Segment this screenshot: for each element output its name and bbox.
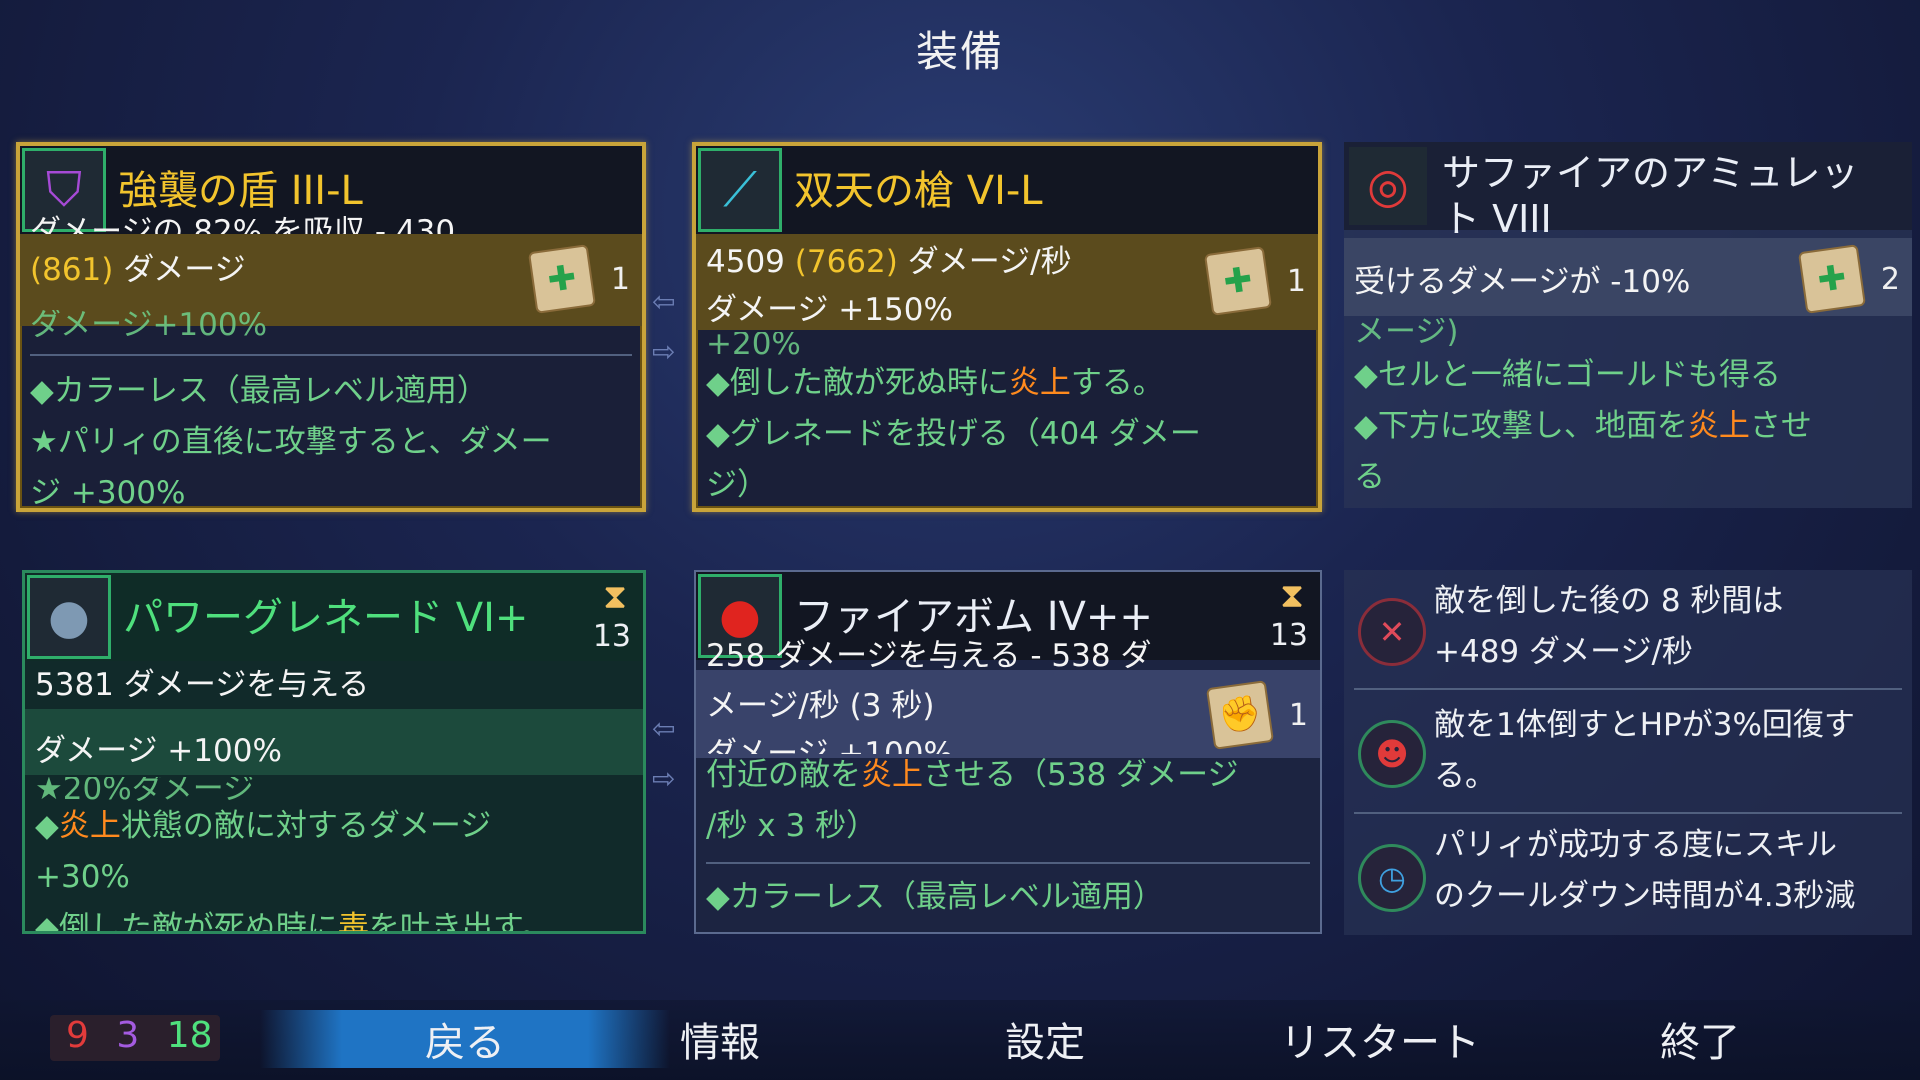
item-desc: ★パリィの直後に攻撃すると、ダメー [30, 424, 552, 460]
spear-icon: ⟋ [698, 148, 782, 232]
amulet-icon: ◎ [1346, 144, 1430, 228]
divider [1354, 688, 1902, 690]
clock-icon: ◷ [1358, 844, 1426, 912]
effect-text: る。 [1434, 758, 1496, 794]
effect-text: パリィが成功する度にスキル [1434, 827, 1837, 863]
item-stats: ダメージ +100% [25, 709, 643, 775]
item-stat: 5381 ダメージを与える [35, 667, 370, 703]
scroll-count: 1 [1286, 264, 1306, 299]
item-desc: ◆カラーレス（最高レベル適用） [30, 373, 488, 409]
card-header: ◎ サファイアのアミュレッ ト VIII [1344, 142, 1912, 241]
scroll-icon: ✚ [1203, 246, 1273, 316]
card-header: ● パワーグレネード VI+ ⧗ 13 [25, 573, 643, 661]
item-stat: 受けるダメージが -10% [1354, 264, 1691, 300]
scroll-count: 1 [610, 262, 630, 297]
effect-item[interactable]: ◷ パリィが成功する度にスキル のクールダウン時間が4.3秒減 [1344, 816, 1912, 934]
scroll-count: 2 [1880, 262, 1900, 297]
quit-button[interactable]: 終了 [1620, 1010, 1780, 1068]
effect-text: +489 ダメージ/秒 [1434, 634, 1693, 670]
item-desc-cut: +20% [706, 332, 801, 356]
item-desc: る [1354, 459, 1385, 495]
item-stat: ダメージ +150% [706, 292, 953, 328]
item-desc: +30% [35, 859, 130, 895]
item-stat: 4509 (7662) ダメージ/秒 [706, 244, 1072, 280]
effect-text: 敵を倒した後の 8 秒間は [1434, 583, 1784, 619]
tactics-count: 3 [116, 1015, 140, 1056]
item-card-amulet[interactable]: ◎ サファイアのアミュレッ ト VIII 受けるダメージが -10% ✚ 2 メ… [1344, 142, 1912, 508]
item-card-shield[interactable]: ⛉ 強襲の盾 III-L ダメージの 82% を吸収 - 430 (861) ダ… [16, 142, 646, 512]
crossbow-icon: ✕ [1358, 598, 1426, 666]
hourglass-icon: ⧗ [1280, 576, 1304, 616]
effect-text: のクールダウン時間が4.3秒減 [1434, 878, 1856, 914]
card-header: ⟋ 双天の槍 VI-L [696, 146, 1318, 234]
item-desc: ◆倒した敵が死ぬ時に毒を吐き出す。 [35, 910, 552, 934]
item-desc-cut: ★20%ダメージ [35, 777, 255, 801]
swap-right-arrow-icon[interactable]: ⇨ [652, 335, 692, 368]
swap-right-arrow-icon[interactable]: ⇨ [652, 762, 692, 795]
item-stats: 受けるダメージが -10% ✚ 2 [1344, 238, 1912, 316]
skill-card-firebomb[interactable]: ● ファイアボム IV++ ⧗ 13 258 ダメージを与える - 538 ダ … [694, 570, 1322, 934]
item-stat: ダメージ +100% [35, 733, 282, 769]
page-title: 装備 [915, 27, 1004, 76]
item-name: 双天の槍 VI-L [794, 168, 1043, 214]
item-name: ト VIII [1442, 197, 1552, 241]
settings-button[interactable]: 設定 [965, 1010, 1125, 1068]
item-desc: ◆セルと一緒にゴールドも得る [1354, 357, 1781, 393]
scroll-icon: ✚ [1797, 244, 1867, 314]
scroll-icon: ✚ [527, 244, 597, 314]
brutality-count: 9 [66, 1015, 89, 1056]
divider [706, 862, 1310, 864]
item-desc: ジ） [706, 467, 768, 503]
item-desc-cut: ダメージ+100% [30, 310, 268, 340]
item-desc: ジ +300% [30, 475, 186, 511]
item-desc: ◆下方に攻撃し、地面を炎上させ [1354, 408, 1812, 444]
effect-item[interactable]: ☻ 敵を1体倒すとHPが3%回復す る。 [1344, 692, 1912, 810]
scroll-icon: ✊ [1205, 680, 1275, 750]
skill-card-grenade[interactable]: ● パワーグレネード VI+ ⧗ 13 5381 ダメージを与える ダメージ +… [22, 570, 646, 934]
effect-text: 敵を1体倒すとHPが3%回復す [1434, 707, 1855, 743]
info-button[interactable]: 情報 [640, 1010, 800, 1068]
effect-item[interactable]: ✕ 敵を倒した後の 8 秒間は +489 ダメージ/秒 [1344, 570, 1912, 688]
scroll-stats: 9 3 18 [50, 1015, 220, 1061]
swap-left-arrow-icon[interactable]: ⇦ [652, 712, 692, 745]
item-stats: 4509 (7662) ダメージ/秒 ダメージ +150% ✚ 1 [696, 234, 1318, 330]
scroll-count: 1 [1288, 698, 1308, 733]
item-stat: 258 ダメージを与える - 538 ダ [706, 638, 1152, 674]
hourglass-icon: ⧗ [603, 577, 627, 617]
grenade-icon: ● [27, 575, 111, 659]
restart-button[interactable]: リスタート [1250, 1010, 1510, 1068]
item-desc: ◆倒した敵が死ぬ時に炎上する。 [706, 365, 1164, 401]
item-stats: メージ/秒 (3 秒) ダメージ +100% ✊ 1 [696, 670, 1320, 758]
item-desc: /秒 x 3 秒） [706, 808, 878, 844]
item-stat: (861) ダメージ [30, 252, 246, 288]
divider [1354, 812, 1902, 814]
item-desc: ◆炎上状態の敵に対するダメージ [35, 808, 492, 844]
passive-effects-panel: ✕ 敵を倒した後の 8 秒間は +489 ダメージ/秒 ☻ 敵を1体倒すとHPが… [1344, 570, 1912, 935]
divider [30, 354, 632, 356]
vampire-mouth-icon: ☻ [1358, 720, 1426, 788]
item-desc: 付近の敵を炎上させる（538 ダメージ [706, 757, 1239, 793]
item-desc: ◆グレネードを投げる（404 ダメー [706, 416, 1201, 452]
item-stat: メージ/秒 (3 秒) [706, 688, 935, 724]
cooldown-value: 13 [592, 619, 631, 654]
item-desc-cut: メージ) [1354, 318, 1459, 346]
cooldown-value: 13 [1269, 618, 1308, 653]
back-button[interactable]: 戻る [260, 1010, 670, 1068]
item-desc: ◆カラーレス（最高レベル適用） [706, 879, 1164, 915]
item-name: パワーグレネード VI+ [123, 595, 529, 641]
item-card-spear[interactable]: ⟋ 双天の槍 VI-L 4509 (7662) ダメージ/秒 ダメージ +150… [692, 142, 1322, 512]
survival-count: 18 [166, 1015, 213, 1056]
swap-left-arrow-icon[interactable]: ⇦ [652, 285, 692, 318]
